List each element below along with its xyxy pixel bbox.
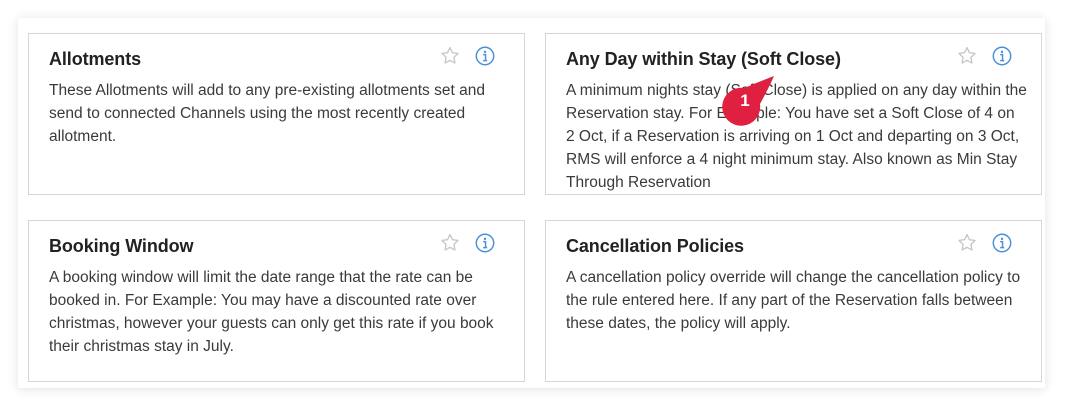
- card-title: Allotments: [49, 49, 142, 69]
- info-icon[interactable]: [991, 45, 1013, 67]
- card-title: Cancellation Policies: [566, 236, 744, 256]
- card-description: A booking window will limit the date ran…: [49, 269, 494, 355]
- card-title: Booking Window: [49, 236, 194, 256]
- card-description: A minimum nights stay (Soft Close) is ap…: [566, 82, 1027, 191]
- info-icon[interactable]: [474, 232, 496, 254]
- star-icon[interactable]: [956, 232, 978, 254]
- card-description: A cancellation policy override will chan…: [566, 269, 1021, 332]
- card-booking-window[interactable]: Booking Window A booking window will lim…: [28, 220, 525, 382]
- card-title: Any Day within Stay (Soft Close): [566, 49, 841, 69]
- card-allotments[interactable]: Allotments These Allotments will add to …: [28, 33, 525, 195]
- star-icon[interactable]: [956, 45, 978, 67]
- rules-panel: Allotments These Allotments will add to …: [18, 18, 1045, 388]
- card-description: These Allotments will add to any pre-exi…: [49, 82, 485, 145]
- info-icon[interactable]: [991, 232, 1013, 254]
- info-icon[interactable]: [474, 45, 496, 67]
- star-icon[interactable]: [439, 232, 461, 254]
- card-any-day-within-stay[interactable]: Any Day within Stay (Soft Close) A minim…: [545, 33, 1042, 195]
- card-cancellation-policies[interactable]: Cancellation Policies A cancellation pol…: [545, 220, 1042, 382]
- annotation-number: 1: [740, 91, 750, 110]
- star-icon[interactable]: [439, 45, 461, 67]
